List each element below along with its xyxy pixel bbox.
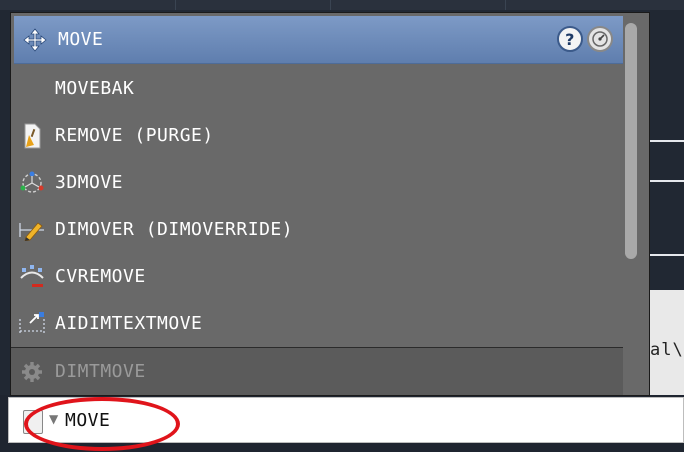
blank-icon [11,65,53,112]
autocomplete-item-remove-purge[interactable]: REMOVE (PURGE) [11,112,623,159]
side-text: al\ [650,340,684,360]
drawing-line [650,180,684,182]
drawing-line [650,140,684,142]
annotation-ellipse [24,397,180,451]
autocomplete-item-move[interactable]: MOVE ? [14,16,623,64]
cv-remove-icon [11,253,53,300]
autocomplete-list[interactable]: MOVE ? MOVEBAK REMOVE (PURGE) 3DMOVE DIM… [10,12,650,396]
item-label: DIMTMOVE [55,361,146,382]
item-label: MOVE [58,29,104,50]
item-label: AIDIMTEXTMOVE [55,313,203,334]
autocomplete-item-dimover[interactable]: DIMOVER (DIMOVERRIDE) [11,206,623,253]
grid-line [175,0,176,10]
list-scrollbar[interactable] [625,23,637,259]
help-icon[interactable]: ? [557,26,583,52]
3d-move-gizmo-icon [11,159,53,206]
autocomplete-item-cvremove[interactable]: CVREMOVE [11,253,623,300]
grid-line [330,0,331,10]
purge-broom-icon [11,112,53,159]
item-label: DIMOVER (DIMOVERRIDE) [55,219,294,240]
item-label: CVREMOVE [55,266,146,287]
move-arrows-icon [14,16,56,63]
autocomplete-item-aidimtextmove[interactable]: AIDIMTEXTMOVE [11,300,623,347]
item-label: MOVEBAK [55,78,135,99]
autocomplete-item-dimtmove[interactable]: DIMTMOVE [11,347,623,395]
autocomplete-item-movebak[interactable]: MOVEBAK [11,65,623,112]
item-label: REMOVE (PURGE) [55,125,214,146]
dim-text-move-icon [11,300,53,347]
top-ruler [0,0,684,10]
dim-override-pencil-icon [11,206,53,253]
grid-line [505,0,506,10]
autocomplete-item-3dmove[interactable]: 3DMOVE [11,159,623,206]
item-label: 3DMOVE [55,172,124,193]
dashboard-icon[interactable] [587,26,613,52]
gear-icon [11,348,53,395]
drawing-line [650,254,684,256]
